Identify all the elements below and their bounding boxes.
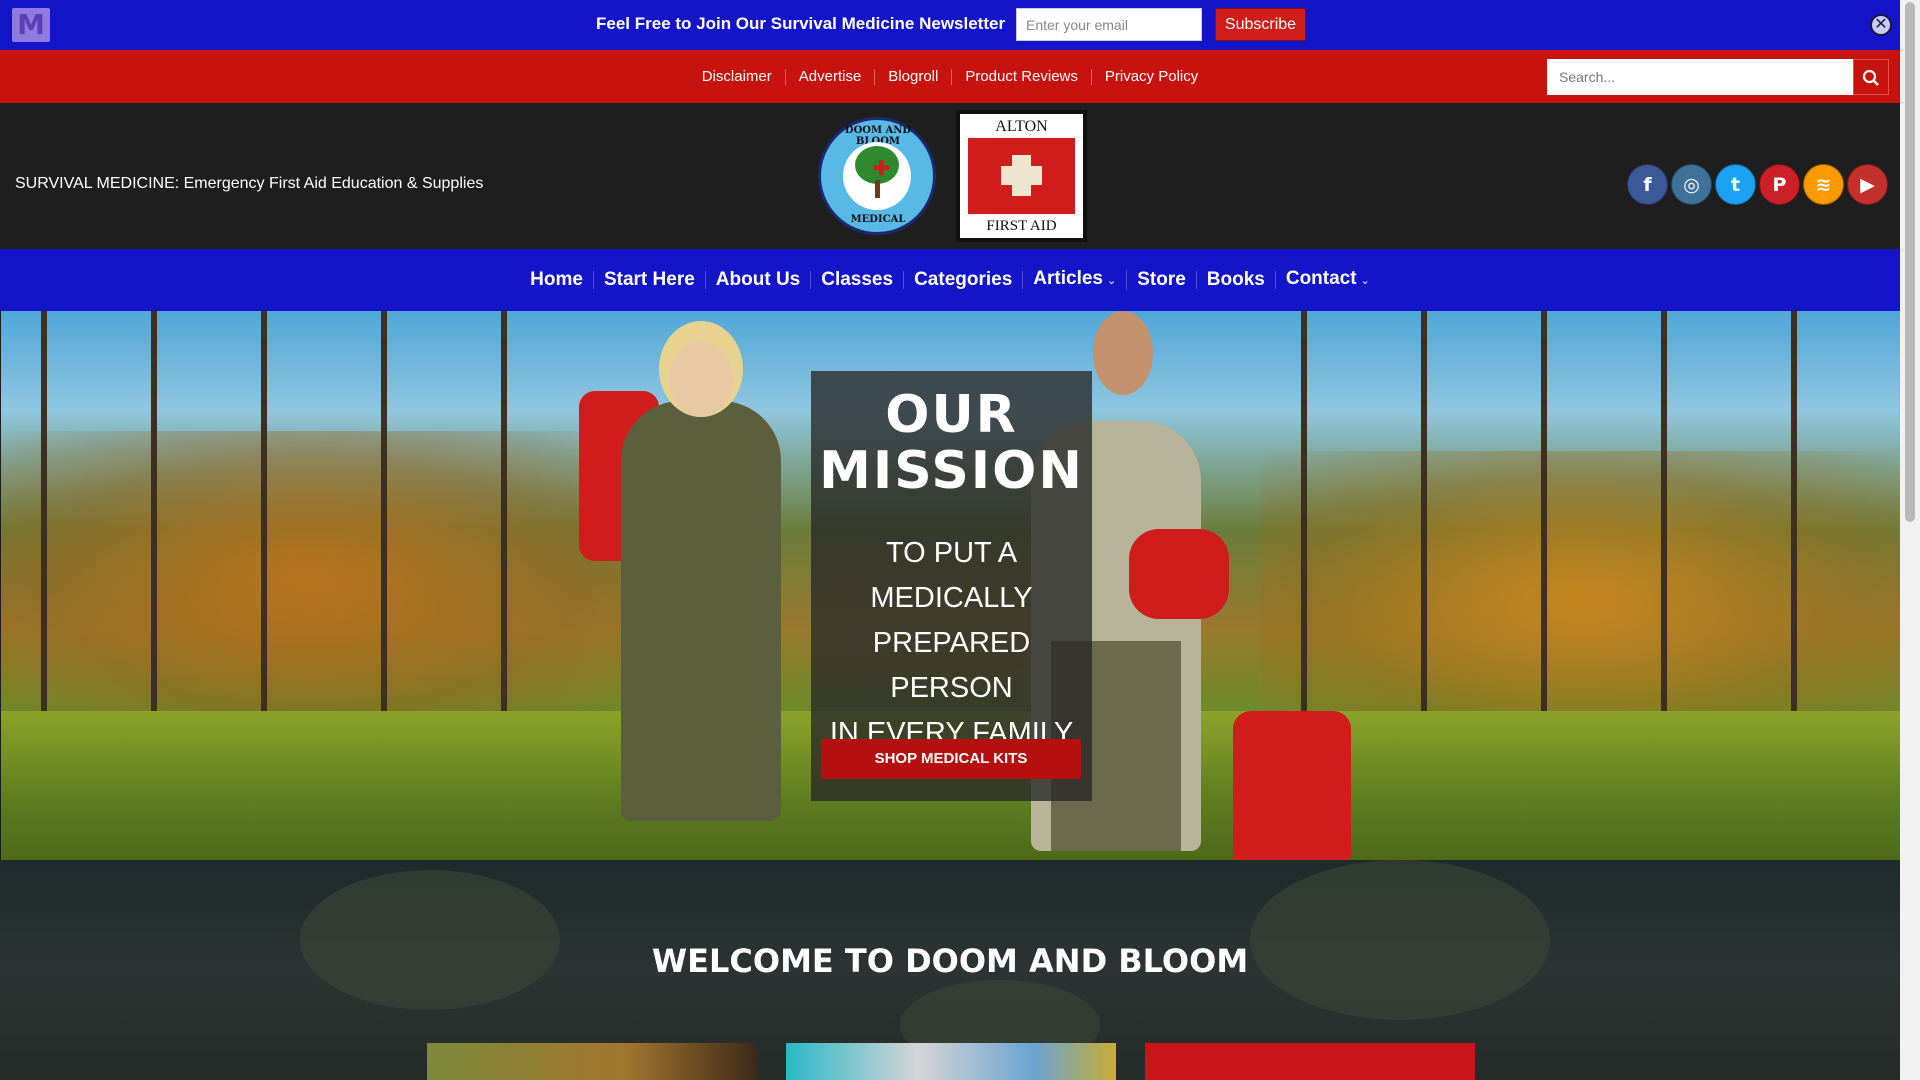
red-medical-bag [1129, 529, 1229, 619]
alton-first-aid-logo[interactable]: ALTON FIRST AID [956, 110, 1087, 242]
nav-categories[interactable]: Categories [904, 270, 1024, 289]
nav-store[interactable]: Store [1127, 270, 1197, 289]
first-aid-cross-icon [968, 138, 1075, 214]
nav-books[interactable]: Books [1197, 270, 1276, 289]
newsletter-text: Feel Free to Join Our Survival Medicine … [596, 14, 1006, 33]
nav-articles[interactable]: Articles ⌄ [1023, 269, 1128, 290]
search-button[interactable] [1853, 59, 1889, 95]
subscribe-button[interactable]: Subscribe [1215, 8, 1306, 41]
scrollbar-thumb[interactable] [1905, 2, 1915, 522]
feature-card-1[interactable] [427, 1043, 757, 1080]
top-link-privacy-policy[interactable]: Privacy Policy [1092, 68, 1211, 85]
close-icon[interactable]: ✕ [1870, 14, 1892, 36]
feature-card-2[interactable] [786, 1043, 1116, 1080]
doom-and-bloom-logo[interactable]: DOOM AND BLOOM ✚ MEDICAL [818, 117, 936, 235]
twitter-icon[interactable]: t [1715, 164, 1756, 205]
mission-box: OUR MISSION TO PUT A MEDICALLY PREPARED … [811, 371, 1092, 801]
nav-start-here[interactable]: Start Here [594, 270, 706, 289]
rss-icon[interactable]: ≋ [1803, 164, 1844, 205]
alton-label: ALTON [995, 118, 1048, 135]
nav-contact[interactable]: Contact ⌄ [1276, 269, 1380, 290]
chevron-down-icon: ⌄ [1106, 275, 1117, 287]
page-scrollbar[interactable] [1900, 0, 1920, 1080]
feature-card-3[interactable] [1145, 1043, 1475, 1080]
top-link-blogroll[interactable]: Blogroll [875, 68, 953, 85]
logo-ring-bottom-text: MEDICAL [850, 214, 906, 225]
woman-figure [621, 401, 781, 821]
top-link-advertise[interactable]: Advertise [786, 68, 876, 85]
newsletter-bar: M Feel Free to Join Our Survival Medicin… [0, 0, 1900, 50]
red-medical-pack [1233, 711, 1351, 860]
mission-title: OUR MISSION [819, 385, 1084, 501]
site-header: SURVIVAL MEDICINE: Emergency First Aid E… [0, 103, 1900, 249]
mission-statement: TO PUT A MEDICALLY PREPARED PERSON IN EV… [829, 537, 1074, 749]
social-icons: f ◎ t P ≋ ▶ [1627, 164, 1888, 205]
welcome-title: WELCOME TO DOOM AND BLOOM [651, 942, 1249, 980]
red-cross-icon: ✚ [873, 158, 890, 180]
top-link-disclaimer[interactable]: Disclaimer [689, 68, 786, 85]
first-aid-label: FIRST AID [986, 218, 1057, 234]
newsletter-email-input[interactable] [1016, 8, 1202, 41]
shop-medical-kits-button[interactable]: SHOP MEDICAL KITS [821, 739, 1081, 779]
instagram-icon[interactable]: ◎ [1671, 164, 1712, 205]
welcome-section: WELCOME TO DOOM AND BLOOM [0, 860, 1900, 1080]
search-input[interactable] [1547, 59, 1853, 95]
youtube-icon[interactable]: ▶ [1847, 164, 1888, 205]
top-links-bar: Disclaimer Advertise Blogroll Product Re… [0, 50, 1900, 103]
nav-about-us[interactable]: About Us [706, 270, 812, 289]
nav-home[interactable]: Home [520, 270, 594, 289]
search-icon [1862, 70, 1879, 87]
site-tagline: SURVIVAL MEDICINE: Emergency First Aid E… [15, 175, 484, 192]
top-link-product-reviews[interactable]: Product Reviews [952, 68, 1092, 85]
pinterest-icon[interactable]: P [1759, 164, 1800, 205]
facebook-icon[interactable]: f [1627, 164, 1668, 205]
chevron-down-icon: ⌄ [1360, 275, 1370, 287]
m-logo-icon[interactable]: M [12, 8, 50, 42]
nav-classes[interactable]: Classes [811, 270, 905, 289]
main-nav: Home Start Here About Us Classes Categor… [0, 249, 1900, 311]
